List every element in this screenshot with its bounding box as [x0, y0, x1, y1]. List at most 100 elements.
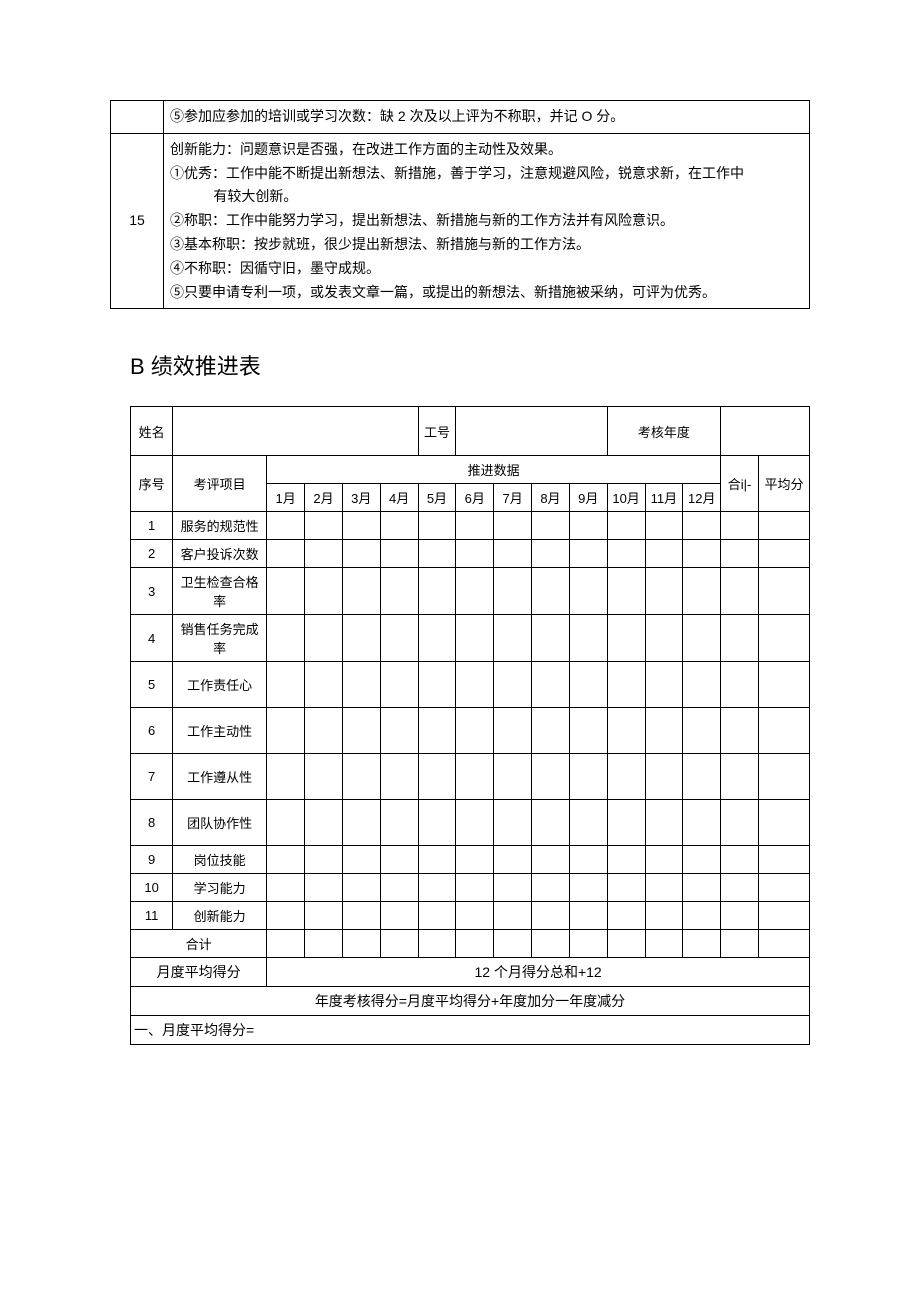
- avg-cell: [758, 662, 809, 708]
- data-cell: [380, 800, 418, 846]
- data-header: 推进数据: [267, 456, 721, 484]
- seq-cell: 5: [131, 662, 173, 708]
- total-row: 合计: [131, 930, 810, 958]
- data-cell: [569, 800, 607, 846]
- seq-value: 2: [148, 546, 155, 561]
- month-header: 12月: [683, 484, 721, 512]
- month-avg-label-cell: 月度平均得分: [131, 958, 267, 987]
- data-cell: [380, 708, 418, 754]
- seq-cell: 8: [131, 800, 173, 846]
- data-cell: [532, 902, 570, 930]
- item-cell: 销售任务完成率: [173, 615, 267, 662]
- data-cell: [380, 754, 418, 800]
- month-label: 9月: [578, 491, 598, 506]
- data-cell: [418, 615, 456, 662]
- data-cell: [305, 874, 343, 902]
- item-header: 考评项目: [173, 456, 267, 512]
- data-cell: [305, 800, 343, 846]
- data-cell: [683, 930, 721, 958]
- avg-cell: [758, 568, 809, 615]
- data-cell: [494, 800, 532, 846]
- month-header: 8月: [532, 484, 570, 512]
- data-cell: [305, 846, 343, 874]
- data-cell: [267, 874, 305, 902]
- seq-cell: 7: [131, 754, 173, 800]
- item-cell: 工作主动性: [173, 708, 267, 754]
- data-cell: [645, 615, 683, 662]
- total-cell: [721, 846, 759, 874]
- data-cell: [305, 512, 343, 540]
- data-cell: [380, 930, 418, 958]
- data-cell: [607, 800, 645, 846]
- item-value: 工作遵从性: [187, 770, 252, 785]
- criteria-line: ③基本称职：按步就班，很少提出新想法、新措施与新的工作方法。: [170, 233, 803, 257]
- total-label-cell: 合计: [131, 930, 267, 958]
- data-cell: [494, 662, 532, 708]
- seq-cell: 1: [131, 512, 173, 540]
- month-header: 3月: [342, 484, 380, 512]
- name-label: 姓名: [139, 425, 165, 440]
- table-row: ⑤参加应参加的培训或学习次数：缺 2 次及以上评为不称职，并记 O 分。: [111, 101, 810, 134]
- data-cell: [494, 902, 532, 930]
- data-cell: [569, 568, 607, 615]
- table-row: 9 岗位技能: [131, 846, 810, 874]
- table-row: 1 服务的规范性: [131, 512, 810, 540]
- table-row: 7 工作遵从性: [131, 754, 810, 800]
- year-value-cell: [721, 407, 810, 456]
- data-cell: [607, 662, 645, 708]
- data-cell: [569, 874, 607, 902]
- month-label: 4月: [389, 491, 409, 506]
- total-cell: [721, 902, 759, 930]
- total-cell: [721, 615, 759, 662]
- data-cell: [645, 568, 683, 615]
- data-cell: [532, 568, 570, 615]
- data-cell: [305, 615, 343, 662]
- month-label: 1月: [276, 491, 296, 506]
- data-cell: [380, 846, 418, 874]
- data-cell: [683, 540, 721, 568]
- data-cell: [418, 662, 456, 708]
- data-cell: [607, 846, 645, 874]
- avg-cell: [758, 874, 809, 902]
- name-value-cell: [173, 407, 418, 456]
- item-label: 考评项目: [194, 477, 246, 492]
- criteria-line: 创新能力：问题意识是否强，在改进工作方面的主动性及效果。: [170, 138, 803, 162]
- seq-cell: 10: [131, 874, 173, 902]
- month-avg-formula-cell: 12 个月得分总和+12: [267, 958, 810, 987]
- data-cell: [532, 512, 570, 540]
- seq-value: 1: [148, 518, 155, 533]
- total-cell: [721, 708, 759, 754]
- month-label: 5月: [427, 491, 447, 506]
- data-cell: [342, 902, 380, 930]
- month-header: 11月: [645, 484, 683, 512]
- data-cell: [569, 930, 607, 958]
- bottom-line-row: 一、月度平均得分=: [131, 1016, 810, 1045]
- data-cell: [380, 902, 418, 930]
- data-cell: [418, 568, 456, 615]
- data-cell: [380, 540, 418, 568]
- header-row: 姓名 工号 考核年度: [131, 407, 810, 456]
- data-cell: [532, 930, 570, 958]
- data-cell: [569, 615, 607, 662]
- year-label: 考核年度: [638, 425, 690, 440]
- data-cell: [607, 512, 645, 540]
- data-cell: [494, 512, 532, 540]
- data-cell: [645, 800, 683, 846]
- row-number-cell: [111, 101, 164, 134]
- total-label: 合i|-: [728, 477, 752, 492]
- item-value: 工作主动性: [187, 724, 252, 739]
- month-label: 7月: [502, 491, 522, 506]
- seq-cell: 3: [131, 568, 173, 615]
- avg-cell: [758, 754, 809, 800]
- data-cell: [494, 615, 532, 662]
- id-label: 工号: [424, 425, 450, 440]
- data-cell: [645, 902, 683, 930]
- month-label: 6月: [465, 491, 485, 506]
- data-cell: [532, 874, 570, 902]
- avg-cell: [758, 708, 809, 754]
- month-label: 11月: [651, 491, 678, 506]
- item-cell: 岗位技能: [173, 846, 267, 874]
- data-cell: [267, 846, 305, 874]
- avg-cell: [758, 902, 809, 930]
- item-cell: 客户投诉次数: [173, 540, 267, 568]
